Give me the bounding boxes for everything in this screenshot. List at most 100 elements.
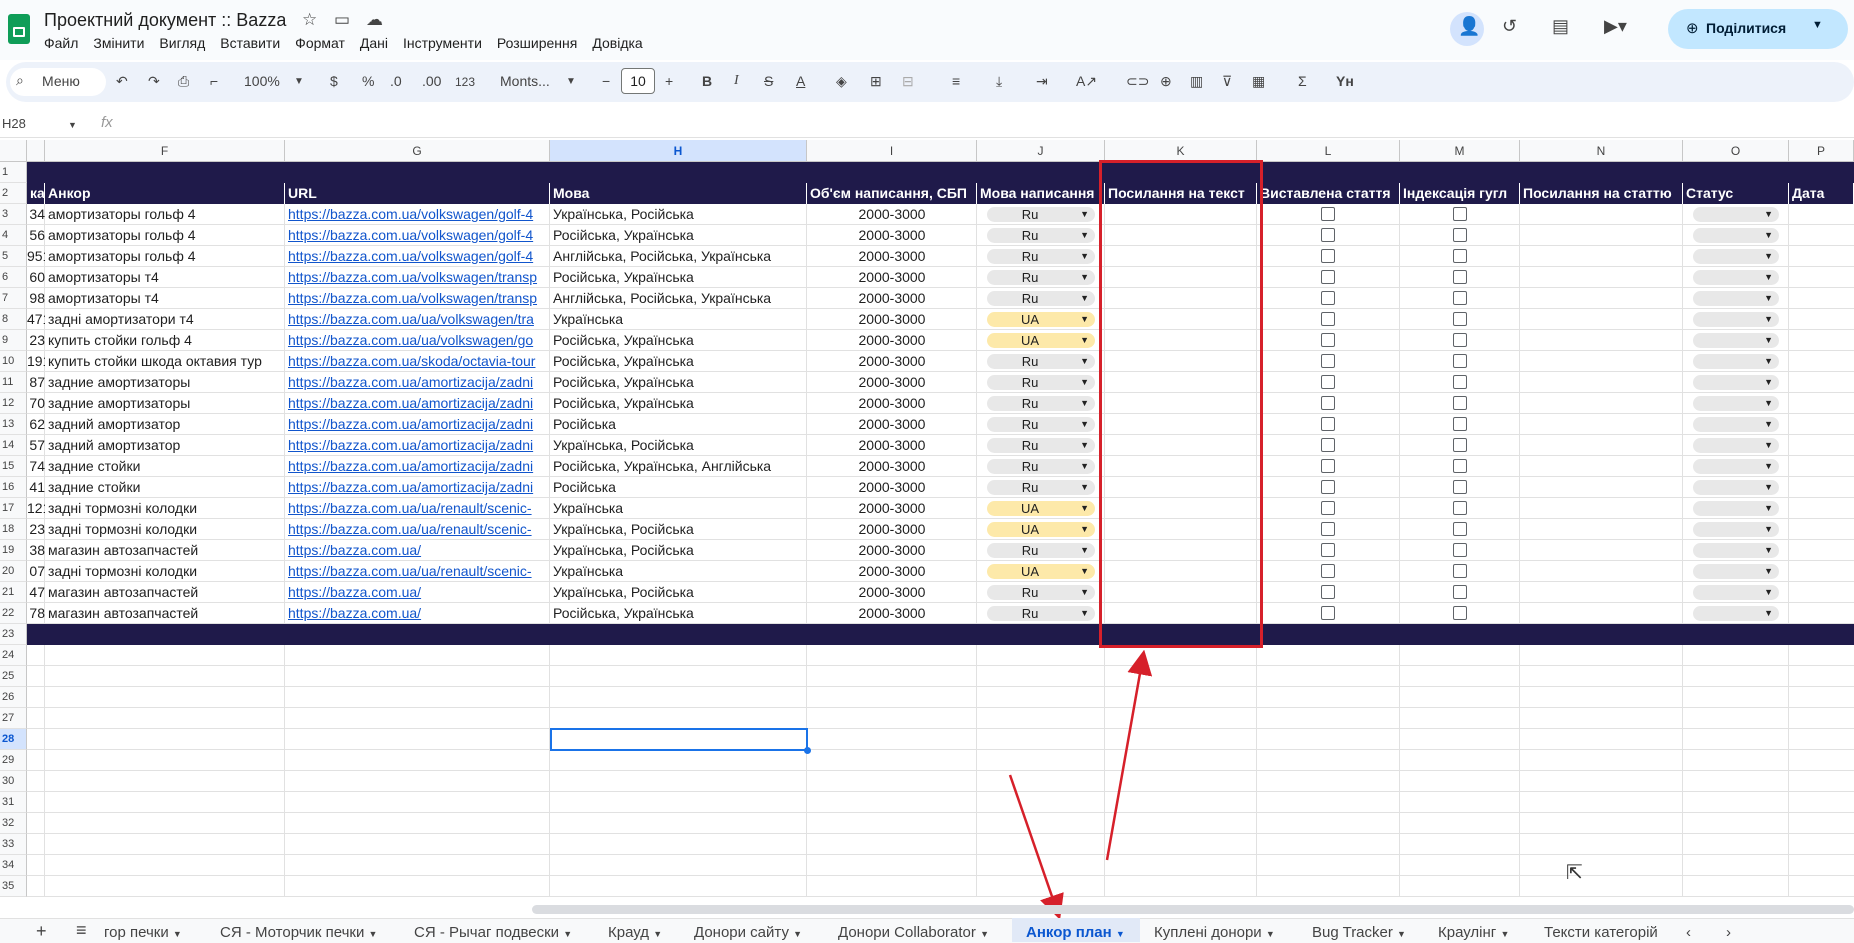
cell-language[interactable]: Російська, Українська xyxy=(550,603,807,624)
borders-icon[interactable]: ⊞ xyxy=(870,73,882,90)
cell-anchor[interactable]: задние амортизаторы xyxy=(45,393,285,414)
indexed-checkbox[interactable] xyxy=(1453,585,1467,599)
number-format-button[interactable]: 123 xyxy=(455,75,475,89)
select-all-corner[interactable] xyxy=(0,140,27,162)
indexed-checkbox[interactable] xyxy=(1453,375,1467,389)
indexed-checkbox[interactable] xyxy=(1453,354,1467,368)
row-header[interactable]: 20 xyxy=(0,561,27,582)
cell-url-link[interactable]: https://bazza.com.ua/amortizacija/zadni xyxy=(285,435,550,456)
cell-language[interactable]: Російська xyxy=(550,477,807,498)
tab-menu-chevron-icon[interactable]: ▼ xyxy=(1397,929,1406,939)
cell-anchor[interactable]: магазин автозапчастей xyxy=(45,540,285,561)
indexed-checkbox[interactable] xyxy=(1453,459,1467,473)
cell-volume[interactable]: 2000-3000 xyxy=(807,435,977,456)
menu-tools[interactable]: Інструменти xyxy=(403,35,482,51)
sheet-tab[interactable]: Крауд ▼ xyxy=(608,924,662,941)
cell-e[interactable]: 23 xyxy=(27,330,45,351)
cell-volume[interactable]: 2000-3000 xyxy=(807,603,977,624)
cell-anchor[interactable]: купить стойки шкода октавия тур xyxy=(45,351,285,372)
row-header[interactable]: 32 xyxy=(0,813,27,834)
all-sheets-icon[interactable]: ≡ xyxy=(76,920,87,941)
name-box[interactable]: H28 xyxy=(2,116,26,131)
row-header[interactable]: 10 xyxy=(0,351,27,372)
status-dropdown-chip[interactable]: ▼ xyxy=(1693,606,1779,621)
column-header-n[interactable]: N xyxy=(1520,140,1683,162)
column-header-j[interactable]: J xyxy=(977,140,1105,162)
status-dropdown-chip[interactable]: ▼ xyxy=(1693,564,1779,579)
cell-e[interactable]: 78 xyxy=(27,603,45,624)
menu-data[interactable]: Дані xyxy=(360,35,388,51)
input-tools-icon[interactable]: Yн xyxy=(1336,73,1354,89)
cell-anchor[interactable]: купить стойки гольф 4 xyxy=(45,330,285,351)
row-header[interactable]: 22 xyxy=(0,603,27,624)
align-vertical-icon[interactable]: ⤓ xyxy=(996,73,1002,90)
cell-volume[interactable]: 2000-3000 xyxy=(807,246,977,267)
cell-anchor[interactable]: амортизаторы гольф 4 xyxy=(45,225,285,246)
status-dropdown-chip[interactable]: ▼ xyxy=(1693,501,1779,516)
cell-e[interactable]: 60 xyxy=(27,267,45,288)
column-header-h[interactable]: H xyxy=(550,140,807,162)
cell-e[interactable]: 74 xyxy=(27,456,45,477)
status-dropdown-chip[interactable]: ▼ xyxy=(1693,396,1779,411)
cell-anchor[interactable]: задний амортизатор xyxy=(45,414,285,435)
functions-icon[interactable]: Σ xyxy=(1298,73,1307,89)
comment-icon[interactable]: ⊕ xyxy=(1160,73,1172,90)
filter-icon[interactable]: ⊽ xyxy=(1222,73,1232,90)
cell-anchor[interactable]: амортизаторы т4 xyxy=(45,267,285,288)
cell-language[interactable]: Російська, Українська xyxy=(550,372,807,393)
cell-url-link[interactable]: https://bazza.com.ua/volkswagen/transp xyxy=(285,288,550,309)
cell-url-link[interactable]: https://bazza.com.ua/ xyxy=(285,582,550,603)
posted-checkbox[interactable] xyxy=(1321,207,1335,221)
percent-button[interactable]: % xyxy=(362,73,374,89)
sheet-tab[interactable]: гор печки ▼ xyxy=(104,924,182,941)
chart-icon[interactable]: ▥ xyxy=(1190,73,1203,90)
posted-checkbox[interactable] xyxy=(1321,228,1335,242)
cell-e[interactable]: 191 xyxy=(27,351,45,372)
menu-insert[interactable]: Вставити xyxy=(220,35,280,51)
cell-language[interactable]: Українська, Російська xyxy=(550,540,807,561)
cell-volume[interactable]: 2000-3000 xyxy=(807,372,977,393)
cloud-status-icon[interactable]: ☁ xyxy=(366,10,383,30)
tab-menu-chevron-icon[interactable]: ▼ xyxy=(563,929,572,939)
posted-checkbox[interactable] xyxy=(1321,417,1335,431)
zoom-chevron-icon[interactable]: ▼ xyxy=(294,76,304,87)
cell-volume[interactable]: 2000-3000 xyxy=(807,309,977,330)
row-header[interactable]: 9 xyxy=(0,330,27,351)
cell-volume[interactable]: 2000-3000 xyxy=(807,582,977,603)
row-header[interactable]: 27 xyxy=(0,708,27,729)
cell-e[interactable]: 121 xyxy=(27,498,45,519)
posted-checkbox[interactable] xyxy=(1321,522,1335,536)
row-header[interactable]: 30 xyxy=(0,771,27,792)
row-header[interactable]: 28 xyxy=(0,729,27,750)
row-header[interactable]: 17 xyxy=(0,498,27,519)
cell-anchor[interactable]: задні амортизатори т4 xyxy=(45,309,285,330)
language-dropdown-chip[interactable]: Ru ▼ xyxy=(987,228,1095,243)
cell-volume[interactable]: 2000-3000 xyxy=(807,204,977,225)
fill-handle[interactable] xyxy=(804,747,811,754)
menu-edit[interactable]: Змінити xyxy=(93,35,144,51)
cell-anchor[interactable]: магазин автозапчастей xyxy=(45,603,285,624)
language-dropdown-chip[interactable]: Ru ▼ xyxy=(987,270,1095,285)
indexed-checkbox[interactable] xyxy=(1453,543,1467,557)
row-header[interactable]: 31 xyxy=(0,792,27,813)
cell-anchor[interactable]: задні тормозні колодки xyxy=(45,498,285,519)
chevron-down-icon[interactable]: ▼ xyxy=(1812,19,1823,31)
row-header[interactable]: 16 xyxy=(0,477,27,498)
cell-e[interactable]: 98 xyxy=(27,288,45,309)
cell-url-link[interactable]: https://bazza.com.ua/ xyxy=(285,603,550,624)
column-header-l[interactable]: L xyxy=(1257,140,1400,162)
language-dropdown-chip[interactable]: UA ▼ xyxy=(987,564,1095,579)
language-dropdown-chip[interactable]: Ru ▼ xyxy=(987,606,1095,621)
indexed-checkbox[interactable] xyxy=(1453,228,1467,242)
row-header[interactable]: 35 xyxy=(0,876,27,897)
cell-url-link[interactable]: https://bazza.com.ua/volkswagen/golf-4 xyxy=(285,246,550,267)
cell-language[interactable]: Російська, Українська xyxy=(550,351,807,372)
status-dropdown-chip[interactable]: ▼ xyxy=(1693,312,1779,327)
cell-e[interactable]: 23 xyxy=(27,519,45,540)
currency-button[interactable]: $ xyxy=(330,73,338,89)
posted-checkbox[interactable] xyxy=(1321,354,1335,368)
menu-extensions[interactable]: Розширення xyxy=(497,35,577,51)
posted-checkbox[interactable] xyxy=(1321,606,1335,620)
cell-volume[interactable]: 2000-3000 xyxy=(807,414,977,435)
star-icon[interactable]: ☆ xyxy=(302,10,317,30)
